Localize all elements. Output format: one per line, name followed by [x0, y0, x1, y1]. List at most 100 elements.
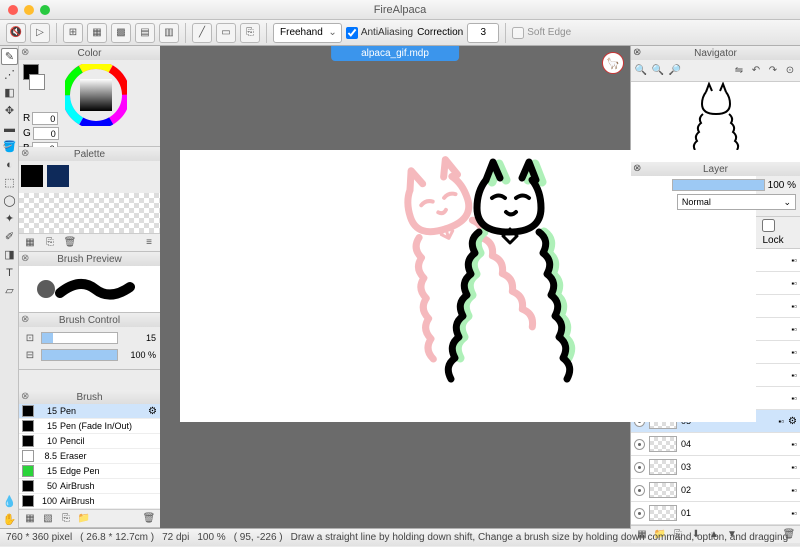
softedge-checkbox[interactable]: Soft Edge [512, 27, 571, 39]
mascot-icon[interactable]: 🦙 [602, 52, 624, 74]
lasso-tool-icon[interactable]: ◯ [1, 192, 18, 209]
close-window-icon[interactable] [8, 5, 18, 15]
zoom-out-icon[interactable]: 🔎 [668, 64, 682, 78]
rect-icon[interactable]: ▭ [216, 23, 236, 43]
palette-swatch[interactable] [47, 165, 69, 187]
grid-4-icon[interactable]: ▤ [135, 23, 155, 43]
brush-list-item[interactable]: 15Edge Pen [19, 464, 160, 479]
layer-row[interactable]: 03▪▫ [631, 456, 800, 479]
gear-icon[interactable]: ⚙ [788, 416, 797, 427]
lock-checkbox[interactable]: Lock [762, 219, 796, 246]
gradient-tool-icon[interactable]: ◐ [1, 156, 18, 173]
object-tool-icon[interactable]: ▱ [1, 282, 18, 299]
close-icon[interactable]: ⊗ [21, 46, 29, 60]
close-icon[interactable]: ⊗ [633, 46, 641, 60]
add-swatch-icon[interactable]: ▦ [23, 236, 37, 250]
rotate-ccw-icon[interactable]: ↶ [749, 64, 763, 78]
close-icon[interactable]: ⊗ [21, 390, 29, 404]
grid-1-icon[interactable]: ⊞ [63, 23, 83, 43]
play-icon[interactable]: ▷ [30, 23, 50, 43]
line-icon[interactable]: ╱ [192, 23, 212, 43]
opacity-slider[interactable] [41, 349, 118, 361]
brush-list-item[interactable]: 15Pen (Fade In/Out) [19, 419, 160, 434]
minimize-window-icon[interactable] [24, 5, 34, 15]
navigator-title: Navigator [694, 48, 737, 59]
selecterase-tool-icon[interactable]: ◨ [1, 246, 18, 263]
hand-tool-icon[interactable]: ✋ [1, 511, 18, 528]
wand-tool-icon[interactable]: ✦ [1, 210, 18, 227]
zoom-window-icon[interactable] [40, 5, 50, 15]
visibility-icon[interactable] [634, 485, 645, 496]
palette-swatch[interactable] [21, 165, 43, 187]
rotate-cw-icon[interactable]: ↷ [766, 64, 780, 78]
size-slider[interactable] [41, 332, 118, 344]
select-tool-icon[interactable]: ⬚ [1, 174, 18, 191]
folder-icon[interactable]: 📁 [77, 512, 91, 526]
visibility-icon[interactable] [634, 462, 645, 473]
eyedropper-tool-icon[interactable]: 💧 [1, 493, 18, 510]
antialias-checkbox[interactable]: AntiAliasing [346, 27, 413, 39]
sound-toggle-icon[interactable]: 🔇 [6, 23, 26, 43]
canvas-area[interactable]: alpaca_gif.mdp 🦙 [160, 46, 630, 528]
add-brush-icon[interactable]: ▦ [23, 512, 37, 526]
grid-2-icon[interactable]: ▦ [87, 23, 107, 43]
brush-list-item[interactable]: 100AirBrush [19, 494, 160, 509]
gear-icon[interactable]: ⚙ [148, 406, 157, 417]
selectpen-tool-icon[interactable]: ✐ [1, 228, 18, 245]
blending-select[interactable]: Normal [677, 194, 796, 210]
brush-list-item[interactable]: 8.5Eraser [19, 449, 160, 464]
layer-row[interactable]: 04▪▫ [631, 433, 800, 456]
brush-list-item[interactable]: 10Pencil [19, 434, 160, 449]
visibility-icon[interactable] [634, 508, 645, 519]
reset-icon[interactable]: ⊙ [783, 64, 797, 78]
layer-row[interactable]: 02▪▫ [631, 479, 800, 502]
dup-brush-icon[interactable]: ⎘ [59, 512, 73, 526]
close-icon[interactable]: ⊗ [21, 252, 29, 266]
layer-mode-icon: ▪▫ [791, 302, 797, 311]
color-panel: ⊗Color R G B [19, 46, 160, 147]
copy-icon[interactable]: ⎘ [43, 236, 57, 250]
move-tool-icon[interactable]: ✥ [1, 102, 18, 119]
brush-preview-panel: ⊗Brush Preview [19, 252, 160, 313]
flip-h-icon[interactable]: ⇋ [732, 64, 746, 78]
menu-icon[interactable]: ≡ [142, 236, 156, 250]
add-brush2-icon[interactable]: ▧ [41, 512, 55, 526]
layer-opacity-slider[interactable] [672, 179, 765, 191]
visibility-icon[interactable] [634, 439, 645, 450]
titlebar: FireAlpaca [0, 0, 800, 20]
bg-color-swatch[interactable] [29, 74, 45, 90]
canvas[interactable] [180, 150, 756, 422]
brush-list-item[interactable]: 15Pen⚙ [19, 404, 160, 419]
doc-icon[interactable]: ⎘ [240, 23, 260, 43]
r-input[interactable] [32, 112, 58, 125]
correction-input[interactable] [467, 23, 499, 43]
status-dpi: 72 dpi [162, 532, 189, 543]
trash-icon[interactable]: 🗑 [63, 236, 77, 250]
brush-swatch [22, 435, 34, 447]
window-title: FireAlpaca [374, 4, 427, 16]
dotpen-tool-icon[interactable]: ⋰ [1, 66, 18, 83]
close-icon[interactable]: ⊗ [21, 147, 29, 161]
zoom-fit-icon[interactable]: 🔍 [634, 64, 648, 78]
status-zoom: 100 % [197, 532, 225, 543]
color-wheel[interactable] [65, 64, 127, 126]
eraser-tool-icon[interactable]: ◧ [1, 84, 18, 101]
text-tool-icon[interactable]: T [1, 264, 18, 281]
bucket-tool-icon[interactable]: 🪣 [1, 138, 18, 155]
g-input[interactable] [33, 127, 59, 140]
close-icon[interactable]: ⊗ [21, 313, 29, 327]
grid-3-icon[interactable]: ▩ [111, 23, 131, 43]
trash-icon[interactable]: 🗑 [142, 512, 156, 526]
stroke-mode-select[interactable]: Freehand [273, 23, 342, 43]
file-tab[interactable]: alpaca_gif.mdp [331, 46, 459, 61]
fill-tool-icon[interactable]: ▬ [1, 120, 18, 137]
zoom-in-icon[interactable]: 🔍 [651, 64, 665, 78]
layer-mode-icon: ▪▫ [791, 348, 797, 357]
layer-row[interactable]: 01▪▫ [631, 502, 800, 525]
close-icon[interactable]: ⊗ [633, 162, 641, 176]
brush-stroke-preview [55, 273, 135, 305]
brush-list-item[interactable]: 50AirBrush [19, 479, 160, 494]
layer-title: Layer [703, 164, 728, 175]
brush-tool-icon[interactable]: ✎ [1, 48, 18, 65]
grid-5-icon[interactable]: ▥ [159, 23, 179, 43]
